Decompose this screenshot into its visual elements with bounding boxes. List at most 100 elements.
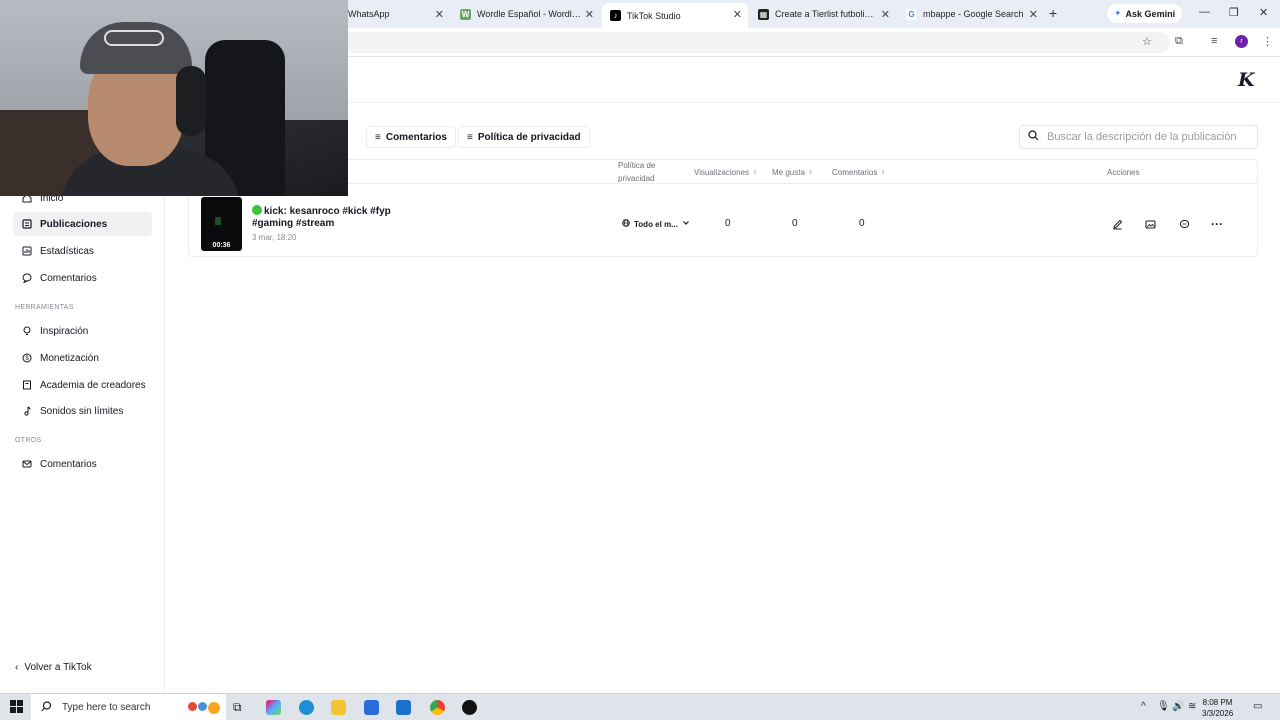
video-thumbnail[interactable]: 00:36: [201, 197, 242, 251]
filter-button-privacidad[interactable]: ≡ Política de privacidad: [458, 126, 590, 148]
taskbar-clock[interactable]: 8:08 PM 3/3/2026: [1202, 697, 1233, 719]
sidebar-item-estadisticas[interactable]: Estadísticas: [13, 239, 152, 263]
search-highlight-icon: [188, 701, 220, 714]
post-title-text: kick: kesanroco #kick #fyp #gaming #stre…: [252, 206, 391, 229]
column-header-comments[interactable]: Comentarios ⇕: [832, 160, 885, 184]
comments-count: 0: [859, 218, 865, 229]
tab-title: mbappe - Google Search: [923, 9, 1024, 19]
posts-icon: [22, 219, 32, 229]
edit-icon[interactable]: [1109, 216, 1125, 232]
close-window-icon[interactable]: ✕: [1259, 6, 1268, 19]
profile-avatar[interactable]: r: [1235, 35, 1248, 48]
section-label-herramientas: HERRAMIENTAS: [15, 304, 74, 311]
wifi-icon[interactable]: ≋: [1188, 701, 1196, 712]
address-bar[interactable]: [340, 32, 1170, 53]
likes-count: 0: [792, 218, 798, 229]
chevron-left-icon: ‹: [15, 662, 19, 673]
sort-icon: ⇕: [880, 169, 886, 176]
column-header-label: privacidad: [618, 173, 655, 183]
windows-taskbar: Type here to search ⧉ ^ 🎙 🔊 ≋ 8:08 PM 3/…: [0, 693, 1280, 720]
sidebar-item-comentarios[interactable]: Comentarios: [13, 266, 152, 290]
close-icon[interactable]: ✕: [881, 8, 890, 21]
notifications-icon[interactable]: ▭: [1253, 701, 1262, 712]
tab-tiktok-studio[interactable]: ♪ TikTok Studio ✕: [602, 3, 748, 28]
windows-start-icon[interactable]: [10, 700, 23, 718]
chrome-icon[interactable]: [430, 700, 445, 715]
ask-gemini-button[interactable]: ✦ Ask Gemini: [1107, 4, 1183, 23]
menu-kebab-icon[interactable]: ⋮: [1262, 35, 1273, 48]
copilot-icon[interactable]: [266, 700, 281, 715]
minimize-icon[interactable]: —: [1199, 6, 1210, 18]
privacy-dropdown[interactable]: Todo el m...: [622, 219, 690, 229]
post-title[interactable]: kick: kesanroco #kick #fyp #gaming #stre…: [252, 205, 402, 230]
sidebar-item-monetizacion[interactable]: $ Monetización: [13, 346, 152, 370]
speaker-icon[interactable]: 🔊: [1172, 701, 1184, 712]
column-header-label: Me gusta: [772, 167, 805, 177]
store-icon[interactable]: [364, 700, 379, 715]
new-tab-button[interactable]: +: [1049, 5, 1057, 21]
microphone-icon[interactable]: 🎙: [1157, 701, 1170, 712]
close-icon[interactable]: ✕: [733, 8, 742, 21]
column-header-views[interactable]: Visualizaciones ⇕: [694, 160, 757, 184]
close-icon[interactable]: ✕: [435, 8, 444, 21]
recorder-app-icon[interactable]: [462, 700, 477, 715]
sidebar-item-label: Sonidos sin límites: [40, 405, 124, 417]
clock-date: 3/3/2026: [1202, 709, 1234, 718]
task-view-icon[interactable]: ⧉: [233, 700, 248, 715]
sidebar-item-inspiracion[interactable]: Inspiración: [13, 319, 152, 343]
tab-tiermaker[interactable]: ▦ Create a Tierlist futbolistas Libre ✕: [750, 3, 896, 25]
webcam-headset: [176, 66, 206, 136]
search-input[interactable]: [1047, 131, 1247, 143]
more-options-icon[interactable]: ···: [1209, 216, 1225, 232]
bookmark-star-icon[interactable]: ☆: [1142, 35, 1152, 48]
outlook-icon[interactable]: [396, 700, 411, 715]
sidebar-item-feedback[interactable]: Comentarios: [13, 452, 152, 476]
column-header-label: Visualizaciones: [694, 167, 749, 177]
google-icon: G: [906, 8, 917, 20]
back-to-tiktok-link[interactable]: ‹ Volver a TikTok: [15, 662, 92, 673]
chevron-up-icon[interactable]: ^: [1141, 701, 1146, 712]
search-icon: [41, 700, 52, 715]
close-icon[interactable]: ✕: [585, 8, 594, 21]
cast-icon[interactable]: ⧉: [1175, 35, 1183, 48]
tab-wordle[interactable]: W Wordle Español - Wordle ilimitado ✕: [452, 3, 600, 25]
sort-icon: ⇕: [752, 169, 758, 176]
sidebar-item-academia[interactable]: Academia de creadores: [13, 373, 152, 397]
taskbar-search[interactable]: Type here to search: [31, 694, 226, 720]
tiermaker-icon: ▦: [758, 8, 769, 20]
sidebar-item-sonidos[interactable]: Sonidos sin límites: [13, 399, 152, 423]
column-header-likes[interactable]: Me gusta ⇕: [772, 160, 813, 184]
column-header-label: Política de: [618, 160, 656, 170]
tab-google-search[interactable]: G mbappe - Google Search ✕: [898, 3, 1044, 25]
close-icon[interactable]: ✕: [1029, 8, 1038, 21]
tab-title: WhatsApp: [348, 9, 390, 19]
photo-icon[interactable]: [1142, 216, 1158, 232]
table-header: Política de privacidad Visualizaciones ⇕…: [189, 160, 1257, 184]
table-row[interactable]: 00:36 kick: kesanroco #kick #fyp #gaming…: [189, 184, 1257, 258]
sidebar-item-label: Publicaciones: [40, 218, 108, 230]
tiktok-icon: ♪: [610, 10, 621, 21]
comment-icon[interactable]: [1176, 216, 1192, 232]
sidebar-item-publicaciones[interactable]: Publicaciones: [13, 212, 152, 236]
filter-label: Política de privacidad: [477, 131, 581, 143]
restore-icon[interactable]: ❐: [1229, 6, 1239, 19]
green-circle-emoji-icon: [252, 205, 262, 215]
brand-logo[interactable]: K: [1238, 69, 1255, 91]
tab-whatsapp[interactable]: WhatsApp ✕: [340, 3, 450, 25]
tab-title: Wordle Español - Wordle ilimitado: [477, 9, 581, 19]
section-label-otros: OTROS: [15, 437, 42, 444]
search-box[interactable]: [1019, 125, 1258, 149]
filter-lines-icon: ≡: [467, 131, 473, 143]
file-explorer-icon[interactable]: [331, 700, 346, 715]
posts-table: Política de privacidad Visualizaciones ⇕…: [188, 159, 1258, 257]
globe-icon: [622, 219, 630, 229]
media-controls-icon[interactable]: ≡: [1211, 35, 1217, 47]
sidebar-item-label: Academia de creadores: [40, 379, 146, 391]
edge-icon[interactable]: [299, 700, 314, 715]
filter-button-comentarios[interactable]: ≡ Comentarios: [366, 126, 456, 148]
feedback-icon: [22, 459, 32, 469]
filter-lines-icon: ≡: [375, 131, 381, 143]
video-duration: 00:36: [212, 242, 231, 249]
sort-icon: ⇕: [807, 169, 813, 176]
privacy-value: Todo el m...: [634, 219, 678, 229]
